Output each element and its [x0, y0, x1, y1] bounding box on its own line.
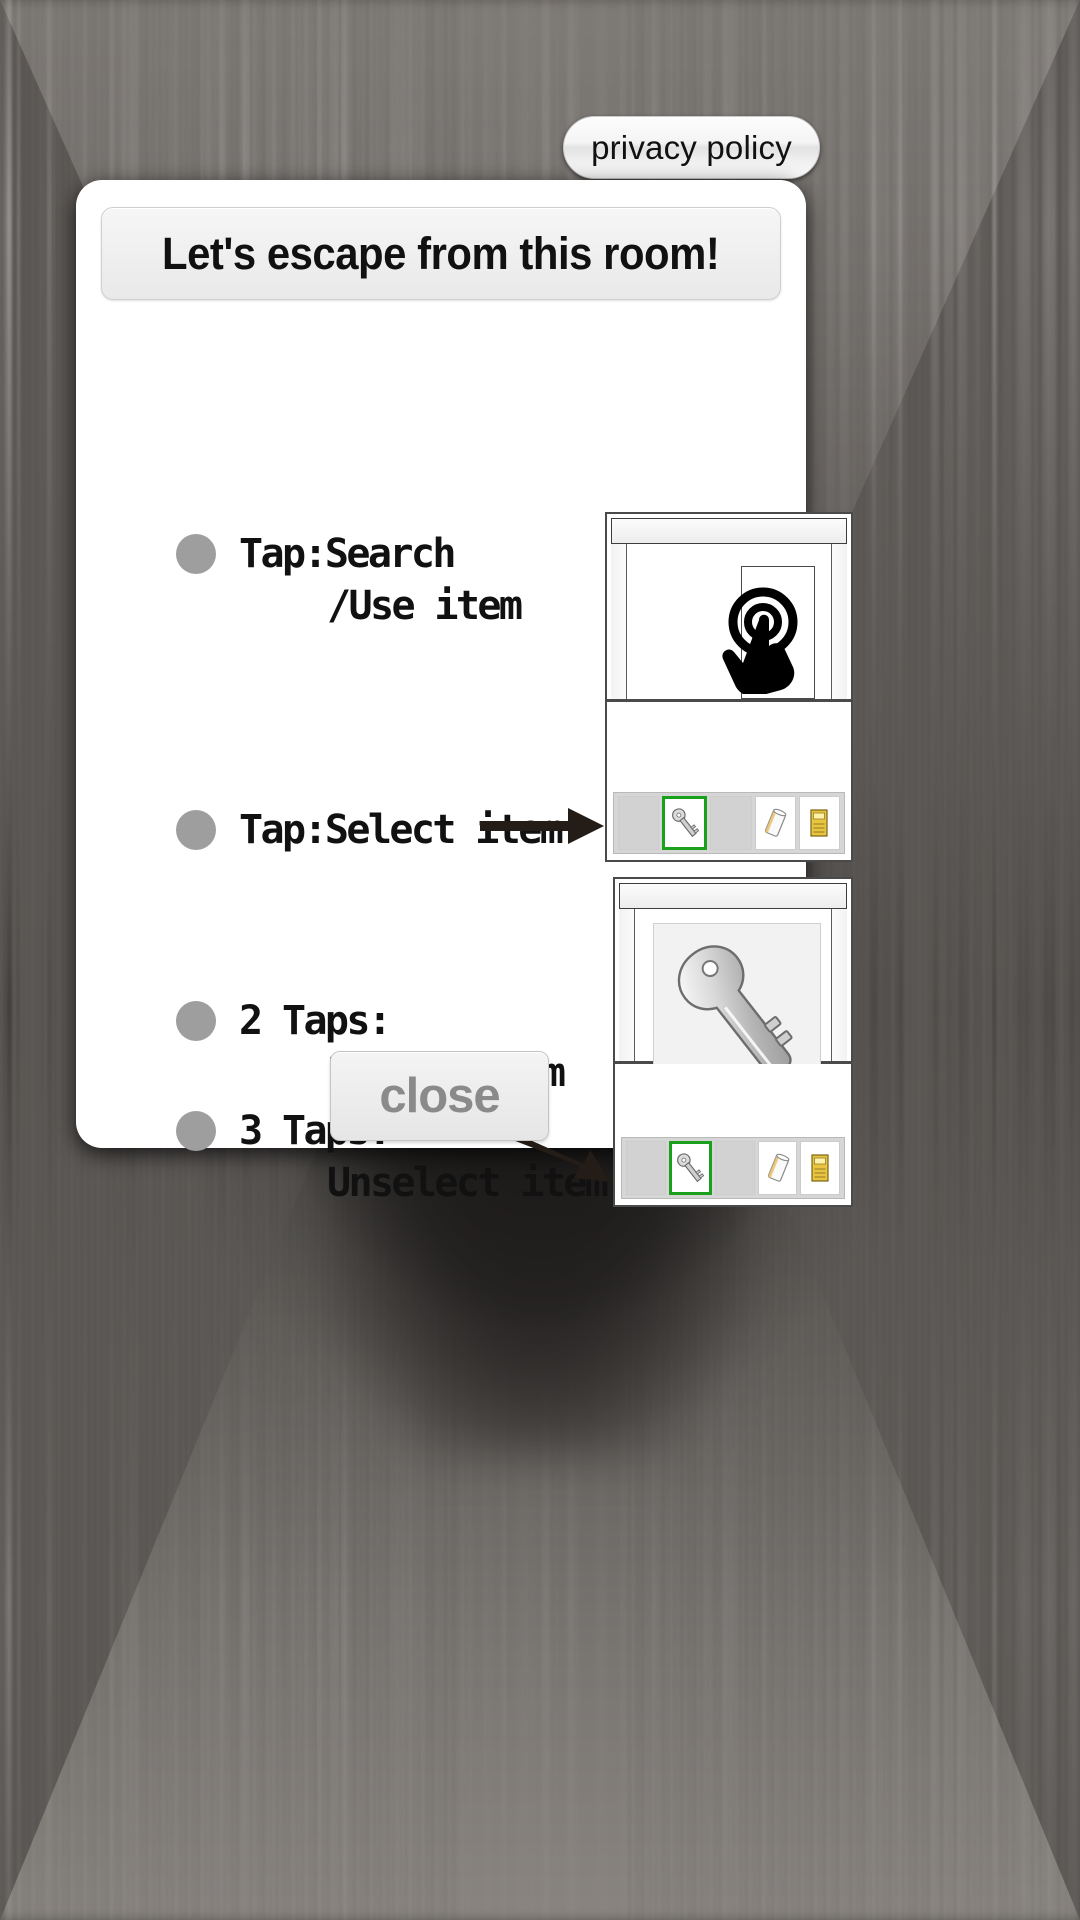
bullet-icon [176, 1001, 216, 1041]
key-icon [670, 806, 700, 840]
instruction-line: Tap:Search [239, 528, 520, 580]
instruction-row: Tap:Search /Use item [176, 528, 520, 632]
pointer-arrow-icon [480, 804, 605, 848]
inventory-area [615, 1064, 851, 1205]
room-right-wall [831, 909, 847, 1064]
close-button[interactable]: close [330, 1051, 549, 1141]
room-left-wall [619, 909, 635, 1064]
gold-bar-icon [807, 1152, 833, 1184]
battery-icon [761, 807, 789, 839]
inventory-slot-gold-bar[interactable] [800, 1141, 840, 1195]
battery-icon [764, 1152, 792, 1184]
room-left-wall [611, 544, 627, 702]
room-right-wall [831, 544, 847, 702]
inventory-area [607, 702, 851, 860]
room-ceiling [619, 883, 847, 909]
room-illustration [607, 514, 851, 702]
inventory-slot-key-selected[interactable] [669, 1141, 713, 1195]
instruction-line: 2 Taps: [239, 995, 563, 1047]
inventory-slot-empty[interactable] [626, 1141, 666, 1195]
dialog-title-bar: Let's escape from this room! [101, 207, 781, 300]
inventory-bar [613, 792, 845, 854]
inventory-bar [621, 1137, 845, 1199]
gold-bar-icon [806, 807, 832, 839]
inventory-slot-empty[interactable] [715, 1141, 755, 1195]
scene-expanded-item [613, 877, 853, 1207]
inventory-slot-gold-bar[interactable] [799, 796, 840, 850]
inventory-slot-battery[interactable] [758, 1141, 798, 1195]
privacy-policy-label: privacy policy [591, 129, 792, 167]
inventory-slot-empty[interactable] [618, 796, 659, 850]
bullet-icon [176, 810, 216, 850]
help-dialog: Let's escape from this room! Tap:Search … [76, 180, 806, 1148]
scene-tap-to-search [605, 512, 853, 862]
bullet-icon [176, 534, 216, 574]
inventory-slot-battery[interactable] [755, 796, 796, 850]
close-button-label: close [379, 1068, 499, 1124]
tap-hand-icon [701, 584, 811, 694]
inventory-slot-key-selected[interactable] [662, 796, 707, 850]
page-title: Let's escape from this room! [162, 228, 719, 280]
inventory-slot-empty[interactable] [710, 796, 751, 850]
instruction-line: /Use item [239, 580, 520, 632]
privacy-policy-button[interactable]: privacy policy [563, 116, 820, 179]
key-icon [675, 1151, 705, 1185]
room-ceiling [611, 518, 847, 544]
bullet-icon [176, 1111, 216, 1151]
